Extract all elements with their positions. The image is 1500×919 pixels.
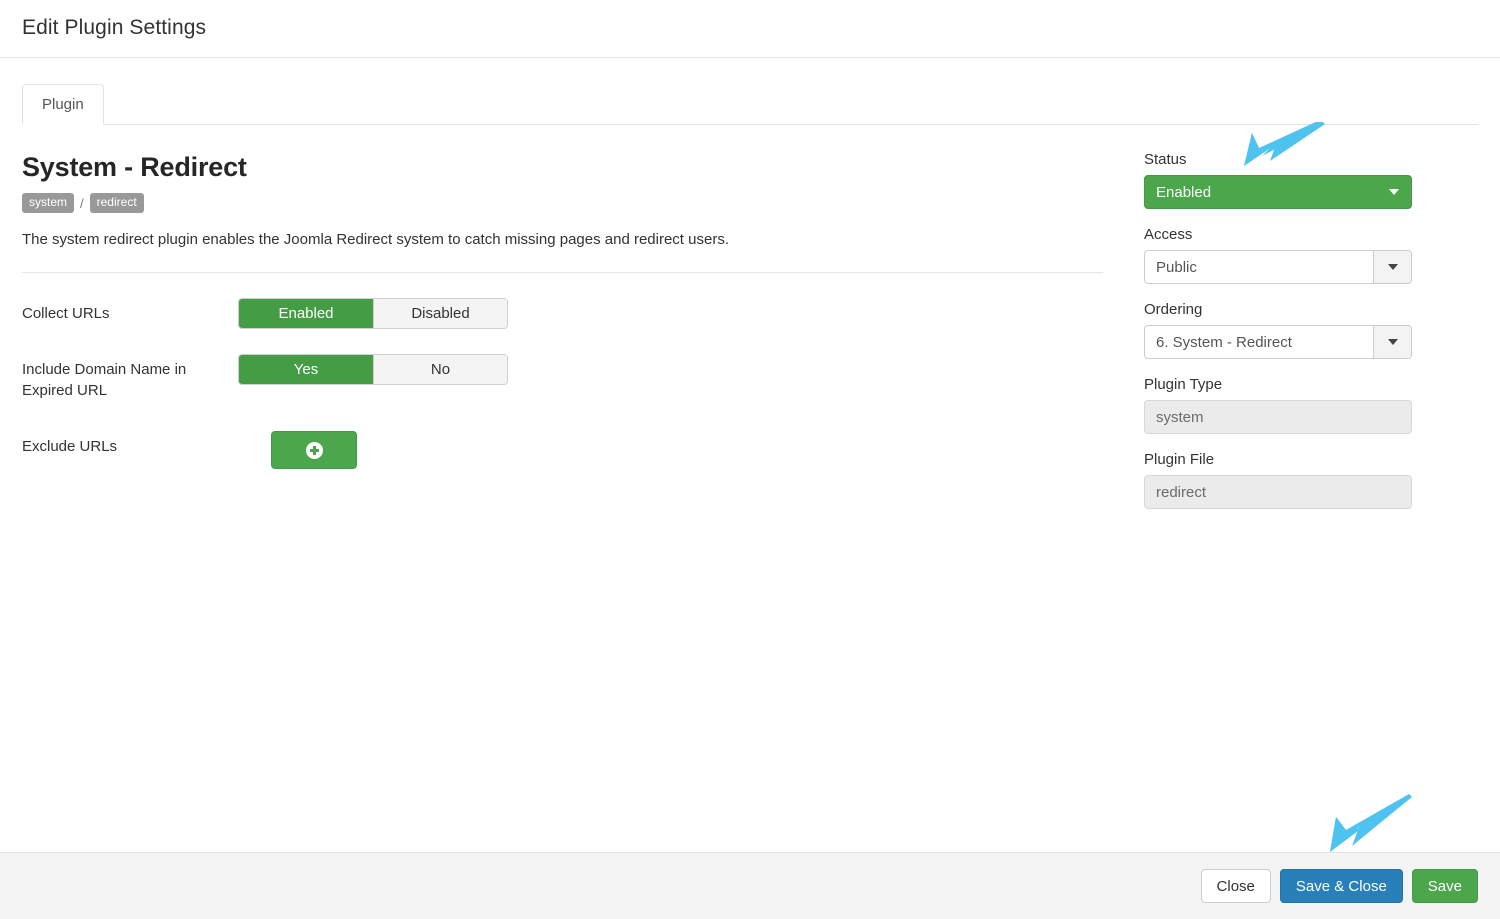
control-collect-urls: Enabled Disabled (238, 298, 1104, 329)
field-plugin-type: Plugin Type system (1144, 375, 1412, 434)
control-exclude-urls (238, 431, 1104, 469)
select-status[interactable]: Enabled (1144, 175, 1412, 209)
chevron-down-icon[interactable] (1373, 251, 1411, 283)
chevron-down-icon[interactable] (1373, 326, 1411, 358)
toggle-collect-urls-disabled[interactable]: Disabled (373, 299, 507, 328)
footer-toolbar: Close Save & Close Save (0, 852, 1500, 919)
save-button[interactable]: Save (1412, 869, 1478, 903)
plugin-description: The system redirect plugin enables the J… (22, 230, 1104, 250)
select-status-value: Enabled (1145, 184, 1377, 201)
badge-separator: / (80, 196, 84, 211)
input-plugin-file: redirect (1144, 475, 1412, 509)
label-plugin-file: Plugin File (1144, 450, 1412, 469)
content-divider (22, 272, 1103, 273)
label-status: Status (1144, 150, 1412, 169)
tab-bar-underline (22, 124, 1478, 125)
plugin-sidebar-column: Status Enabled Access Public Ordering 6.… (1144, 150, 1412, 525)
close-button[interactable]: Close (1201, 869, 1271, 903)
tab-plugin[interactable]: Plugin (22, 84, 104, 125)
label-exclude-urls: Exclude URLs (22, 431, 238, 457)
input-plugin-type: system (1144, 400, 1412, 434)
label-access: Access (1144, 225, 1412, 244)
field-status: Status Enabled (1144, 150, 1412, 209)
label-include-domain-name: Include Domain Name in Expired URL (22, 354, 238, 401)
footer-button-group: Close Save & Close Save (1201, 869, 1478, 903)
form-row-collect-urls: Collect URLs Enabled Disabled (22, 298, 1104, 332)
label-plugin-type: Plugin Type (1144, 375, 1412, 394)
select-ordering-value: 6. System - Redirect (1145, 334, 1373, 351)
page-title: Edit Plugin Settings (22, 16, 206, 40)
toggle-include-domain-name[interactable]: Yes No (238, 354, 508, 385)
form-row-include-domain-name: Include Domain Name in Expired URL Yes N… (22, 354, 1104, 401)
field-access: Access Public (1144, 225, 1412, 284)
plugin-settings-form: Collect URLs Enabled Disabled Include Do… (22, 298, 1104, 469)
toggle-include-domain-name-yes[interactable]: Yes (239, 355, 373, 384)
edit-plugin-settings-page: Edit Plugin Settings Plugin System - Red… (0, 0, 1500, 919)
form-row-exclude-urls: Exclude URLs (22, 431, 1104, 469)
badge-plugin-type: system (22, 193, 74, 213)
select-access[interactable]: Public (1144, 250, 1412, 284)
control-include-domain-name: Yes No (238, 354, 1104, 385)
field-ordering: Ordering 6. System - Redirect (1144, 300, 1412, 359)
plugin-badges: system / redirect (22, 193, 1104, 213)
chevron-down-icon[interactable] (1377, 176, 1411, 208)
badge-plugin-file: redirect (90, 193, 144, 213)
tab-plugin-label: Plugin (42, 96, 84, 113)
save-and-close-button[interactable]: Save & Close (1280, 869, 1403, 903)
select-ordering[interactable]: 6. System - Redirect (1144, 325, 1412, 359)
label-collect-urls: Collect URLs (22, 298, 238, 324)
label-ordering: Ordering (1144, 300, 1412, 319)
select-access-value: Public (1145, 259, 1373, 276)
tab-bar: Plugin (22, 84, 1478, 125)
field-plugin-file: Plugin File redirect (1144, 450, 1412, 509)
toggle-collect-urls[interactable]: Enabled Disabled (238, 298, 508, 329)
toggle-include-domain-name-no[interactable]: No (373, 355, 507, 384)
toggle-collect-urls-enabled[interactable]: Enabled (239, 299, 373, 328)
add-exclude-url-button[interactable] (271, 431, 357, 469)
plugin-heading: System - Redirect (22, 150, 1104, 184)
plus-circle-icon (306, 442, 323, 459)
page-header: Edit Plugin Settings (0, 0, 1500, 58)
plugin-main-column: System - Redirect system / redirect The … (22, 150, 1104, 491)
